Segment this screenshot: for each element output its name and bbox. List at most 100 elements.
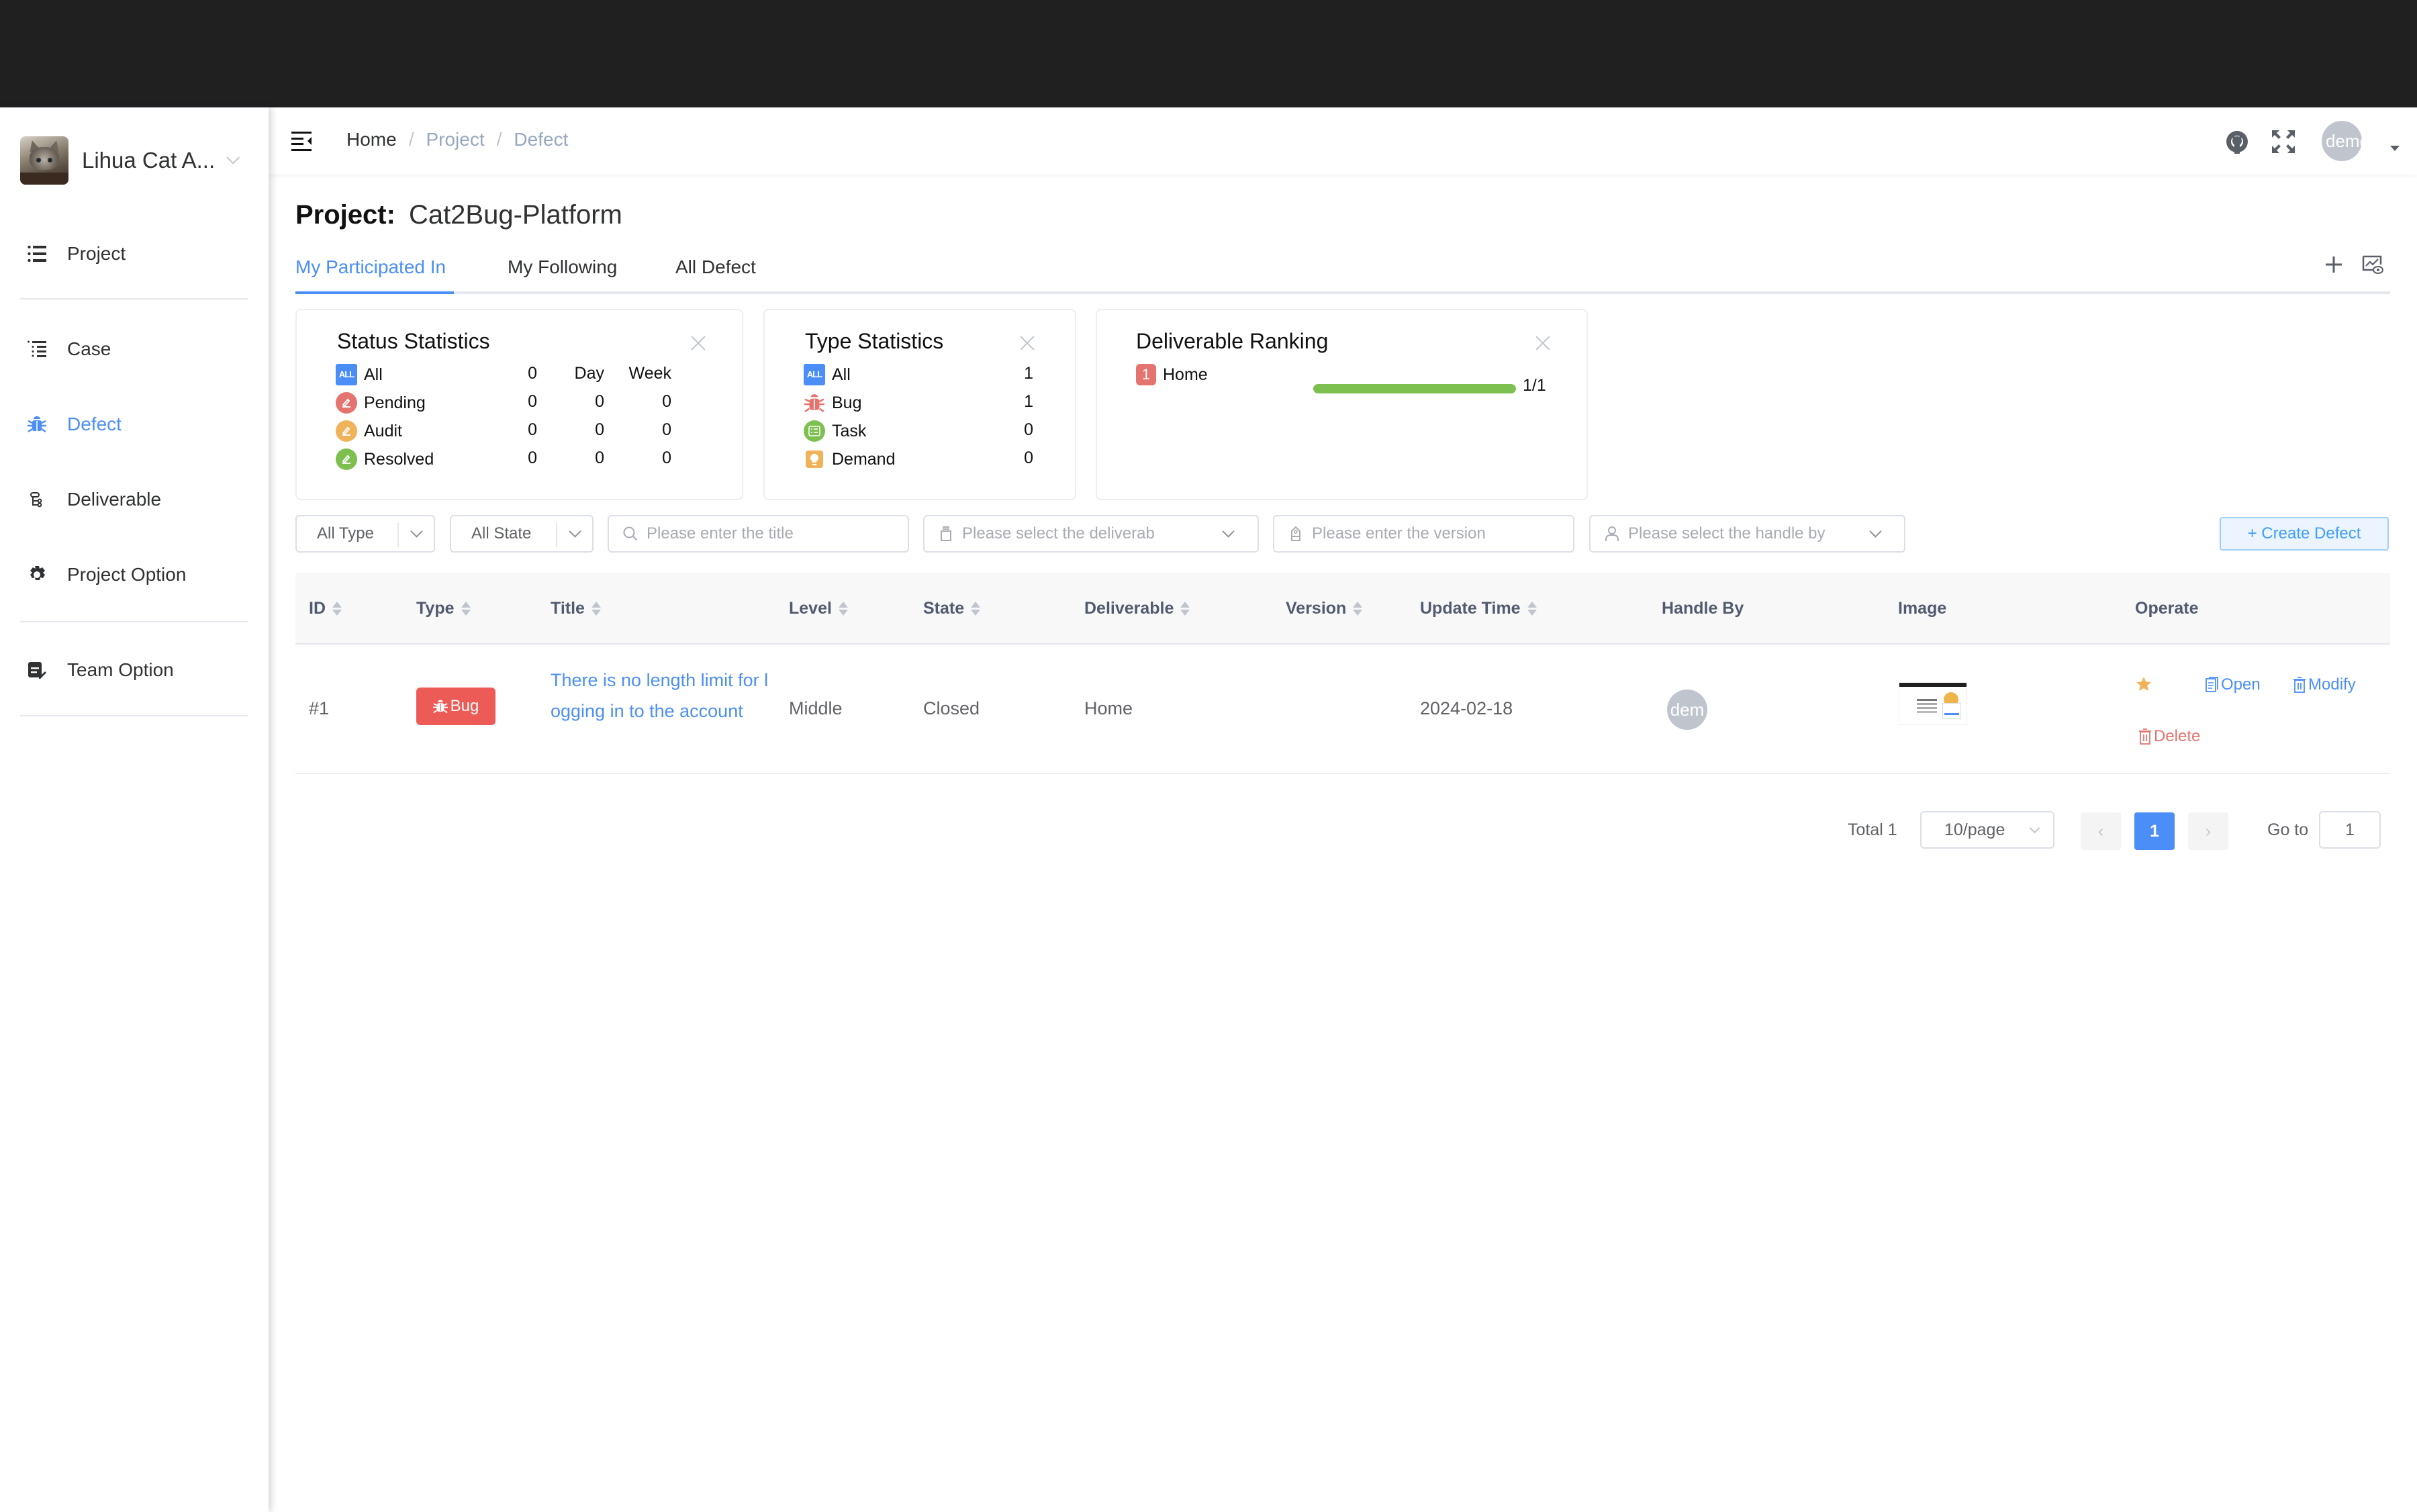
- column-header-title[interactable]: Title: [551, 573, 601, 645]
- follow-star-icon[interactable]: [2135, 675, 2154, 693]
- state-select[interactable]: All State: [450, 515, 594, 553]
- sidebar-item-team-option[interactable]: Team Option: [0, 640, 269, 700]
- column-header-type[interactable]: Type: [416, 573, 471, 645]
- delete-button[interactable]: Delete: [2138, 727, 2200, 746]
- breadcrumb-separator: /: [496, 129, 502, 150]
- caret-down-icon[interactable]: [2390, 146, 2400, 151]
- type-row-task[interactable]: Task: [804, 418, 866, 444]
- status-audit-total: 0: [528, 420, 537, 439]
- fullscreen-icon[interactable]: [2271, 130, 2295, 154]
- status-row-pending[interactable]: Pending: [336, 389, 426, 416]
- chart-view-icon[interactable]: [2362, 254, 2383, 275]
- type-task-count: 0: [1024, 420, 1033, 439]
- deliverable-select[interactable]: Please select the deliverab: [923, 515, 1259, 553]
- sidebar-item-case[interactable]: Case: [0, 319, 269, 379]
- plus-icon[interactable]: [2323, 254, 2344, 275]
- bug-icon: [804, 392, 825, 414]
- sort-icon[interactable]: [461, 602, 471, 616]
- table-row[interactable]: #1 Bug There is no length limit for logg…: [295, 645, 2390, 774]
- open-button[interactable]: Open: [2206, 675, 2261, 694]
- sidebar-item-defect[interactable]: Defect: [0, 394, 269, 455]
- create-defect-button[interactable]: + Create Defect: [2220, 517, 2389, 551]
- handle-by-select[interactable]: Please select the handle by: [1589, 515, 1905, 553]
- ranking-row[interactable]: 1 Home: [1136, 361, 1208, 388]
- team-logo: [20, 136, 68, 185]
- breadcrumb-project: Project: [426, 129, 485, 150]
- type-row-bug[interactable]: Bug: [804, 389, 861, 416]
- sort-icon[interactable]: [332, 602, 342, 616]
- breadcrumb-home[interactable]: Home: [346, 129, 397, 150]
- active-tab-indicator: [295, 291, 454, 294]
- type-statistics-card: Type Statistics ALL All 1 Bug 1 Task 0 D…: [763, 309, 1076, 500]
- type-select[interactable]: All Type: [295, 515, 435, 553]
- column-header-state[interactable]: State: [923, 573, 981, 645]
- col-day-header: Day: [574, 364, 604, 383]
- column-header-id[interactable]: ID: [309, 573, 342, 645]
- sort-icon[interactable]: [971, 602, 981, 616]
- sort-icon[interactable]: [1527, 602, 1537, 616]
- user-avatar[interactable]: demo: [2322, 121, 2362, 161]
- close-icon[interactable]: [691, 336, 706, 350]
- sort-icon[interactable]: [838, 602, 848, 616]
- bug-icon: [27, 414, 47, 434]
- version-input[interactable]: Please enter the version: [1273, 515, 1574, 553]
- sidebar-toggle-icon[interactable]: [291, 130, 313, 152]
- tab-my-participated-in[interactable]: My Participated In: [295, 250, 446, 294]
- prev-page-button[interactable]: ‹: [2081, 812, 2121, 850]
- page-1-button[interactable]: 1: [2134, 812, 2175, 850]
- tree-icon: [27, 489, 47, 510]
- defect-title-link[interactable]: There is no length limit for logging in …: [551, 665, 772, 726]
- modify-button[interactable]: Modify: [2293, 675, 2356, 694]
- goto-page-input[interactable]: 1: [2319, 811, 2381, 849]
- ranking-progress-bar: [1313, 384, 1516, 393]
- page-title: Project: Cat2Bug-Platform: [295, 200, 622, 230]
- column-header-update-time[interactable]: Update Time: [1420, 573, 1537, 645]
- type-row-all[interactable]: ALL All: [804, 361, 851, 388]
- type-demand-count: 0: [1024, 448, 1033, 467]
- github-icon[interactable]: [2225, 130, 2249, 154]
- tab-my-following[interactable]: My Following: [508, 250, 617, 294]
- status-row-audit[interactable]: Audit: [336, 418, 402, 444]
- select-divider: [397, 523, 399, 547]
- card-title: Status Statistics: [337, 329, 490, 353]
- status-row-resolved[interactable]: Resolved: [336, 446, 434, 473]
- type-bug-count: 1: [1024, 392, 1033, 411]
- task-icon: [804, 420, 825, 442]
- type-row-demand[interactable]: Demand: [804, 446, 896, 473]
- trash-icon: [2139, 728, 2151, 745]
- tab-all-defect[interactable]: All Defect: [675, 250, 756, 294]
- defect-tabs: My Participated In My Following All Defe…: [295, 250, 2390, 294]
- pagination-total: Total 1: [1848, 820, 1897, 839]
- status-pending-day: 0: [595, 392, 604, 411]
- chevron-down-icon: [2029, 822, 2040, 834]
- sidebar-item-deliverable[interactable]: Deliverable: [0, 469, 269, 530]
- sidebar-item-project-option[interactable]: Project Option: [0, 545, 269, 605]
- sort-icon[interactable]: [1180, 602, 1190, 616]
- team-switcher[interactable]: Lihua Cat A...: [20, 136, 240, 185]
- status-audit-week: 0: [662, 420, 671, 439]
- close-icon[interactable]: [1535, 336, 1550, 350]
- pending-icon: [336, 392, 357, 414]
- status-all-total: 0: [528, 364, 537, 383]
- chevron-down-icon: [1869, 525, 1882, 538]
- page-size-select[interactable]: 10/page: [1920, 811, 2054, 849]
- ranking-ratio: 1/1: [1523, 376, 1546, 395]
- ranking-progress-fill: [1313, 384, 1516, 393]
- column-header-level[interactable]: Level: [789, 573, 848, 645]
- sort-icon[interactable]: [1353, 602, 1363, 616]
- column-header-deliverable[interactable]: Deliverable: [1084, 573, 1190, 645]
- table-header: ID Type Title Level State Deliverable Ve…: [295, 573, 2390, 645]
- chevron-down-icon[interactable]: [226, 150, 240, 164]
- column-header-version[interactable]: Version: [1286, 573, 1363, 645]
- status-row-all[interactable]: ALL All: [336, 361, 383, 388]
- defect-image-thumbnail[interactable]: [1899, 682, 1967, 725]
- column-header-handle-by: Handle By: [1662, 599, 1744, 618]
- sort-icon[interactable]: [591, 602, 601, 616]
- next-page-button[interactable]: ›: [2188, 812, 2228, 850]
- breadcrumb-separator: /: [408, 129, 414, 150]
- close-icon[interactable]: [1020, 336, 1035, 350]
- sidebar-item-project[interactable]: Project: [0, 224, 269, 284]
- title-search-input[interactable]: Please enter the title: [608, 515, 909, 553]
- rank-badge: 1: [1136, 364, 1156, 385]
- type-tag-bug[interactable]: Bug: [416, 688, 495, 725]
